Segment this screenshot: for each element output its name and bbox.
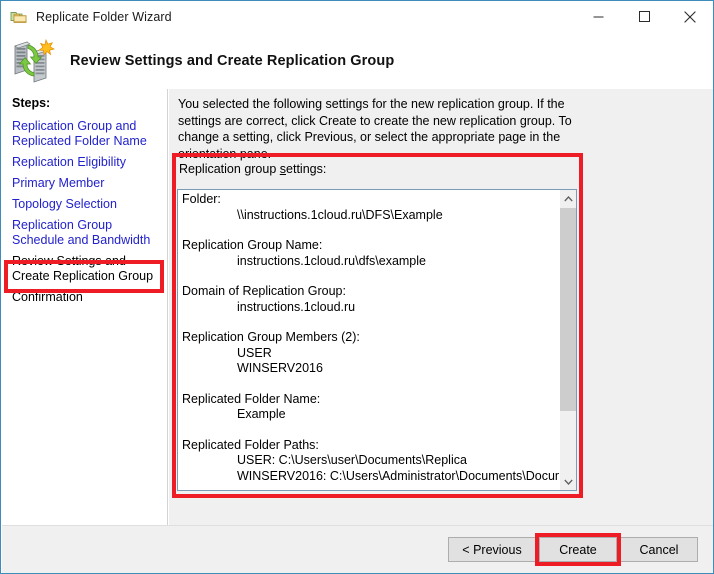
setting-value: WINSERV2016: C:\Users\Administrator\Docu… <box>237 468 577 483</box>
settings-scrollbar[interactable] <box>559 190 576 490</box>
replication-servers-icon <box>10 38 56 84</box>
setting-spacer <box>182 423 559 438</box>
steps-pane: Steps: Replication Group and Replicated … <box>2 89 168 525</box>
steps-list: Replication Group and Replicated Folder … <box>2 116 168 308</box>
settings-content: Folder: \\instructions.1cloud.ru\DFS\Exam… <box>178 190 577 490</box>
scrollbar-thumb[interactable] <box>560 208 576 411</box>
settings-label-part1: Replication group <box>179 162 280 176</box>
steps-label: Steps: <box>12 96 51 110</box>
setting-heading: Replicated Folder Paths: <box>182 437 319 452</box>
setting-heading: Replicated Folder Name: <box>182 391 321 406</box>
folder-copy-icon <box>10 8 28 26</box>
sidebar-item-review-settings-and-create-replication-group: Review Settings and Create Replication G… <box>12 254 154 283</box>
setting-spacer <box>182 377 559 392</box>
setting-heading: Domain of Replication Group: <box>182 284 346 298</box>
setting-value: instructions.1cloud.ru\dfs\example <box>237 253 426 268</box>
close-icon[interactable] <box>667 1 713 32</box>
settings-listbox[interactable]: Folder: \\instructions.1cloud.ru\DFS\Exam… <box>177 189 577 491</box>
window-title: Replicate Folder Wizard <box>36 9 172 24</box>
sidebar-item-topology-selection[interactable]: Topology Selection <box>2 194 168 215</box>
setting-value: \\instructions.1cloud.ru\DFS\Example <box>237 207 443 222</box>
setting-spacer <box>182 223 559 238</box>
setting-spacer <box>182 484 559 490</box>
setting-value: instructions.1cloud.ru <box>237 299 356 314</box>
sidebar-item-replication-group-and-replicated-folder-name[interactable]: Replication Group and Replicated Folder … <box>2 116 168 152</box>
wizard-body: Steps: Replication Group and Replicated … <box>2 89 713 525</box>
sidebar-item-replication-eligibility[interactable]: Replication Eligibility <box>2 152 168 173</box>
setting-value: USER <box>237 345 272 360</box>
sidebar-item-replication-group-schedule-and-bandwidth[interactable]: Replication Group Schedule and Bandwidth <box>2 215 168 251</box>
sidebar-item-confirmation: Confirmation <box>12 290 83 304</box>
settings-label-part2: ettings: <box>286 162 327 176</box>
setting-spacer <box>182 269 559 284</box>
previous-button[interactable]: < Previous <box>448 537 536 562</box>
chevron-up-icon[interactable] <box>560 190 576 207</box>
caption-buttons <box>575 1 713 32</box>
maximize-icon[interactable] <box>621 1 667 32</box>
setting-heading: Folder: <box>182 192 221 206</box>
chevron-down-icon[interactable] <box>560 473 576 490</box>
replicate-folder-wizard-window: Replicate Folder Wizard Review Settings … <box>0 0 714 574</box>
title-bar: Replicate Folder Wizard <box>1 1 713 32</box>
setting-spacer <box>182 315 559 330</box>
setting-heading: Replication Group Name: <box>182 238 323 252</box>
page-title: Review Settings and Create Replication G… <box>70 52 395 69</box>
create-button[interactable]: Create <box>539 537 617 562</box>
setting-heading: Replication Group Members (2): <box>182 330 360 344</box>
minimize-icon[interactable] <box>575 1 621 32</box>
intro-text: You selected the following settings for … <box>178 97 572 161</box>
main-pane: You selected the following settings for … <box>169 89 713 525</box>
button-bar: < Previous Create Cancel <box>2 525 713 573</box>
cancel-button[interactable]: Cancel <box>620 537 698 562</box>
sidebar-item-primary-member[interactable]: Primary Member <box>2 173 168 194</box>
setting-value: Example <box>237 407 286 421</box>
setting-value: WINSERV2016 <box>237 361 323 375</box>
settings-label: Replication group settings: <box>179 162 326 176</box>
setting-value: USER: C:\Users\user\Documents\Replica <box>237 453 467 467</box>
page-header: Review Settings and Create Replication G… <box>2 32 713 89</box>
